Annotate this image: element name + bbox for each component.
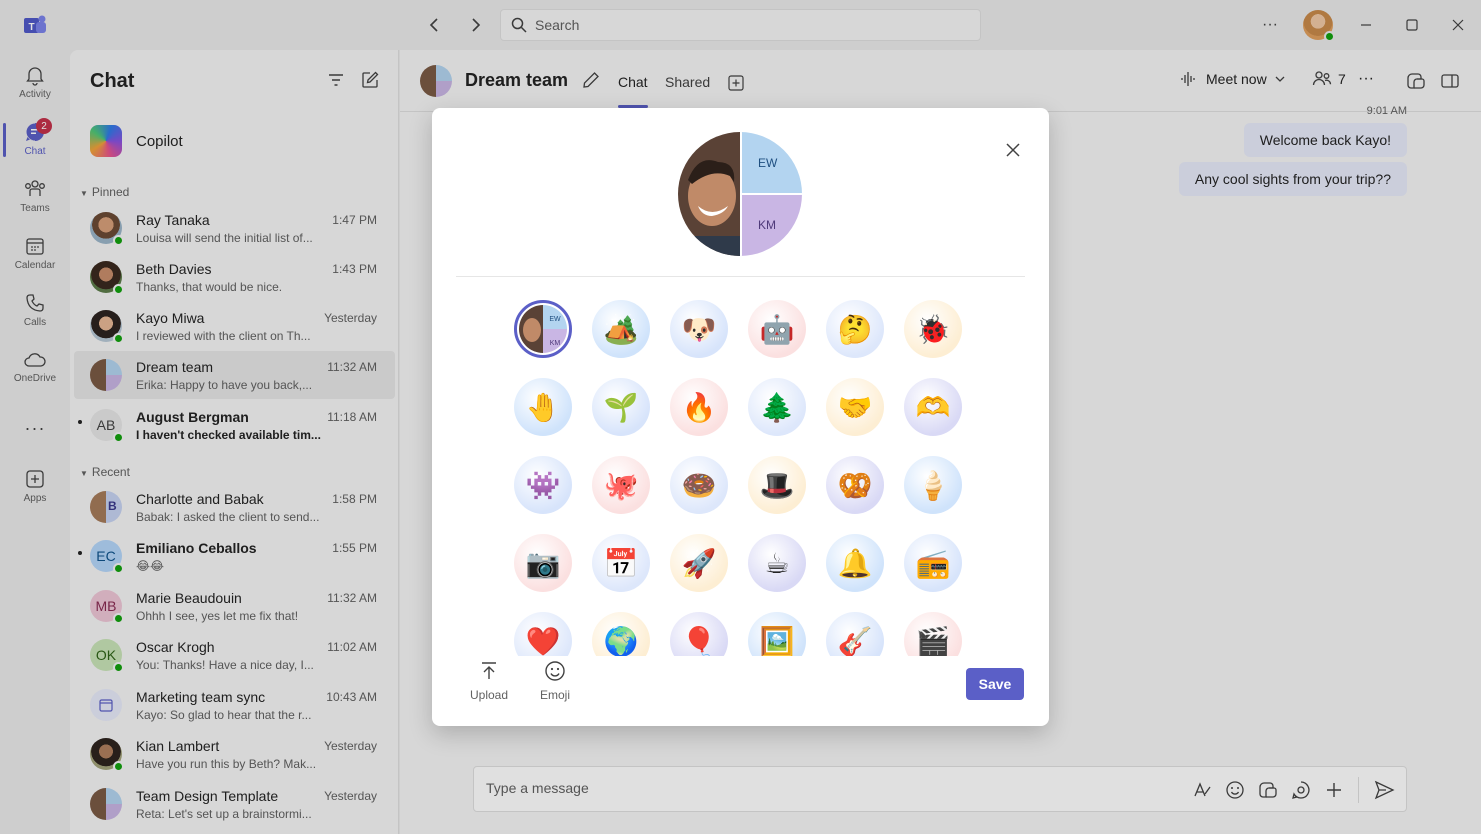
image-option-globe-icon[interactable]: 🌍 xyxy=(592,612,650,656)
image-option-magic-hat-icon[interactable]: 🎩 xyxy=(748,456,806,514)
image-option-tree-icon[interactable]: 🌲 xyxy=(748,378,806,436)
image-option-bell-icon[interactable]: 🔔 xyxy=(826,534,884,592)
upload-label: Upload xyxy=(469,688,509,702)
hand-icon: 🤚 xyxy=(525,391,561,423)
tree-icon: 🌲 xyxy=(759,391,795,423)
image-option-dog-icon[interactable]: 🐶 xyxy=(670,300,728,358)
globe-icon: 🌍 xyxy=(603,625,639,657)
initials-km: KM xyxy=(758,218,776,232)
magic-hat-icon: 🎩 xyxy=(759,469,795,501)
guitar-icon: 🎸 xyxy=(837,625,873,657)
camera-icon: 📷 xyxy=(525,547,561,579)
image-option-creature-icon[interactable]: 👾 xyxy=(514,456,572,514)
octopus-icon: 🐙 xyxy=(603,469,639,501)
plant-icon: 🌱 xyxy=(603,391,639,423)
image-option-handshake-icon[interactable]: 🤝 xyxy=(826,378,884,436)
image-option-bug-icon[interactable]: 🐞 xyxy=(904,300,962,358)
close-icon[interactable] xyxy=(1003,140,1023,160)
image-option-thinking-face-icon[interactable]: 🤔 xyxy=(826,300,884,358)
creature-icon: 👾 xyxy=(525,469,561,501)
image-option-camera-icon[interactable]: 📷 xyxy=(514,534,572,592)
image-option-heart-hands-icon[interactable]: 🫶 xyxy=(904,378,962,436)
rocket-icon: 🚀 xyxy=(681,547,717,579)
image-option-guitar-icon[interactable]: 🎸 xyxy=(826,612,884,656)
image-option-robot-icon[interactable]: 🤖 xyxy=(748,300,806,358)
balloon-icon: 🎈 xyxy=(681,625,717,657)
calendar-icon: 📅 xyxy=(603,547,639,579)
divider xyxy=(456,276,1025,277)
heart-icon: ❤️ xyxy=(525,625,561,657)
upload-icon xyxy=(482,662,496,679)
image-option-landscape-icon[interactable]: 🏕️ xyxy=(592,300,650,358)
svg-text:KM: KM xyxy=(550,340,561,347)
group-photo-option[interactable]: EW KM xyxy=(514,300,572,358)
initials-ew: EW xyxy=(758,156,778,170)
bell-icon: 🔔 xyxy=(837,547,873,579)
emoji-label: Emoji xyxy=(539,688,570,702)
dog-icon: 🐶 xyxy=(681,313,717,345)
pretzel-icon: 🥨 xyxy=(837,469,873,501)
save-button[interactable]: Save xyxy=(966,668,1024,700)
boombox-icon: 📻 xyxy=(915,547,951,579)
emoji-button[interactable]: Emoji xyxy=(530,660,580,702)
image-option-plant-icon[interactable]: 🌱 xyxy=(592,378,650,436)
upload-button[interactable]: Upload xyxy=(464,660,514,702)
hands-flame-icon: 🔥 xyxy=(681,391,717,423)
image-option-gallery-icon[interactable]: 🖼️ xyxy=(748,612,806,656)
group-image-preview: EW KM xyxy=(678,132,802,256)
image-option-ice-cream-icon[interactable]: 🍦 xyxy=(904,456,962,514)
ice-cream-icon: 🍦 xyxy=(915,469,951,501)
landscape-icon: 🏕️ xyxy=(603,313,639,345)
bug-icon: 🐞 xyxy=(915,313,951,345)
heart-hands-icon: 🫶 xyxy=(915,391,951,423)
image-option-donut-icon[interactable]: 🍩 xyxy=(670,456,728,514)
thinking-face-icon: 🤔 xyxy=(837,313,873,345)
image-option-boombox-icon[interactable]: 📻 xyxy=(904,534,962,592)
image-option-heart-icon[interactable]: ❤️ xyxy=(514,612,572,656)
image-option-hands-flame-icon[interactable]: 🔥 xyxy=(670,378,728,436)
emoji-icon xyxy=(545,661,565,681)
group-image-dialog: EW KM EW KM 🏕️ 🐶 🤖 🤔 🐞 🤚 🌱 🔥 🌲 🤝 🫶 👾 🐙 🍩 🎩 🥨 🍦 📷 📅 🚀 ☕ 🔔 📻 ❤️ 🌍 🎈 🖼️… xyxy=(432,108,1049,726)
image-option-hand-icon[interactable]: 🤚 xyxy=(514,378,572,436)
video-icon: 🎬 xyxy=(915,625,951,657)
image-options-grid: EW KM 🏕️ 🐶 🤖 🤔 🐞 🤚 🌱 🔥 🌲 🤝 🫶 👾 🐙 🍩 🎩 🥨 🍦 📷 📅 🚀 ☕ 🔔 📻 ❤️ 🌍 🎈 🖼️ 🎸 🎬 xyxy=(472,288,1012,656)
image-option-balloon-icon[interactable]: 🎈 xyxy=(670,612,728,656)
robot-icon: 🤖 xyxy=(759,313,795,345)
image-option-rocket-icon[interactable]: 🚀 xyxy=(670,534,728,592)
handshake-icon: 🤝 xyxy=(837,391,873,423)
image-option-teacup-icon[interactable]: ☕ xyxy=(748,534,806,592)
image-option-octopus-icon[interactable]: 🐙 xyxy=(592,456,650,514)
image-option-pretzel-icon[interactable]: 🥨 xyxy=(826,456,884,514)
donut-icon: 🍩 xyxy=(681,469,717,501)
image-option-calendar-icon[interactable]: 📅 xyxy=(592,534,650,592)
image-option-video-icon[interactable]: 🎬 xyxy=(904,612,962,656)
teacup-icon: ☕ xyxy=(764,547,790,579)
svg-text:EW: EW xyxy=(549,316,561,323)
gallery-icon: 🖼️ xyxy=(759,625,795,657)
